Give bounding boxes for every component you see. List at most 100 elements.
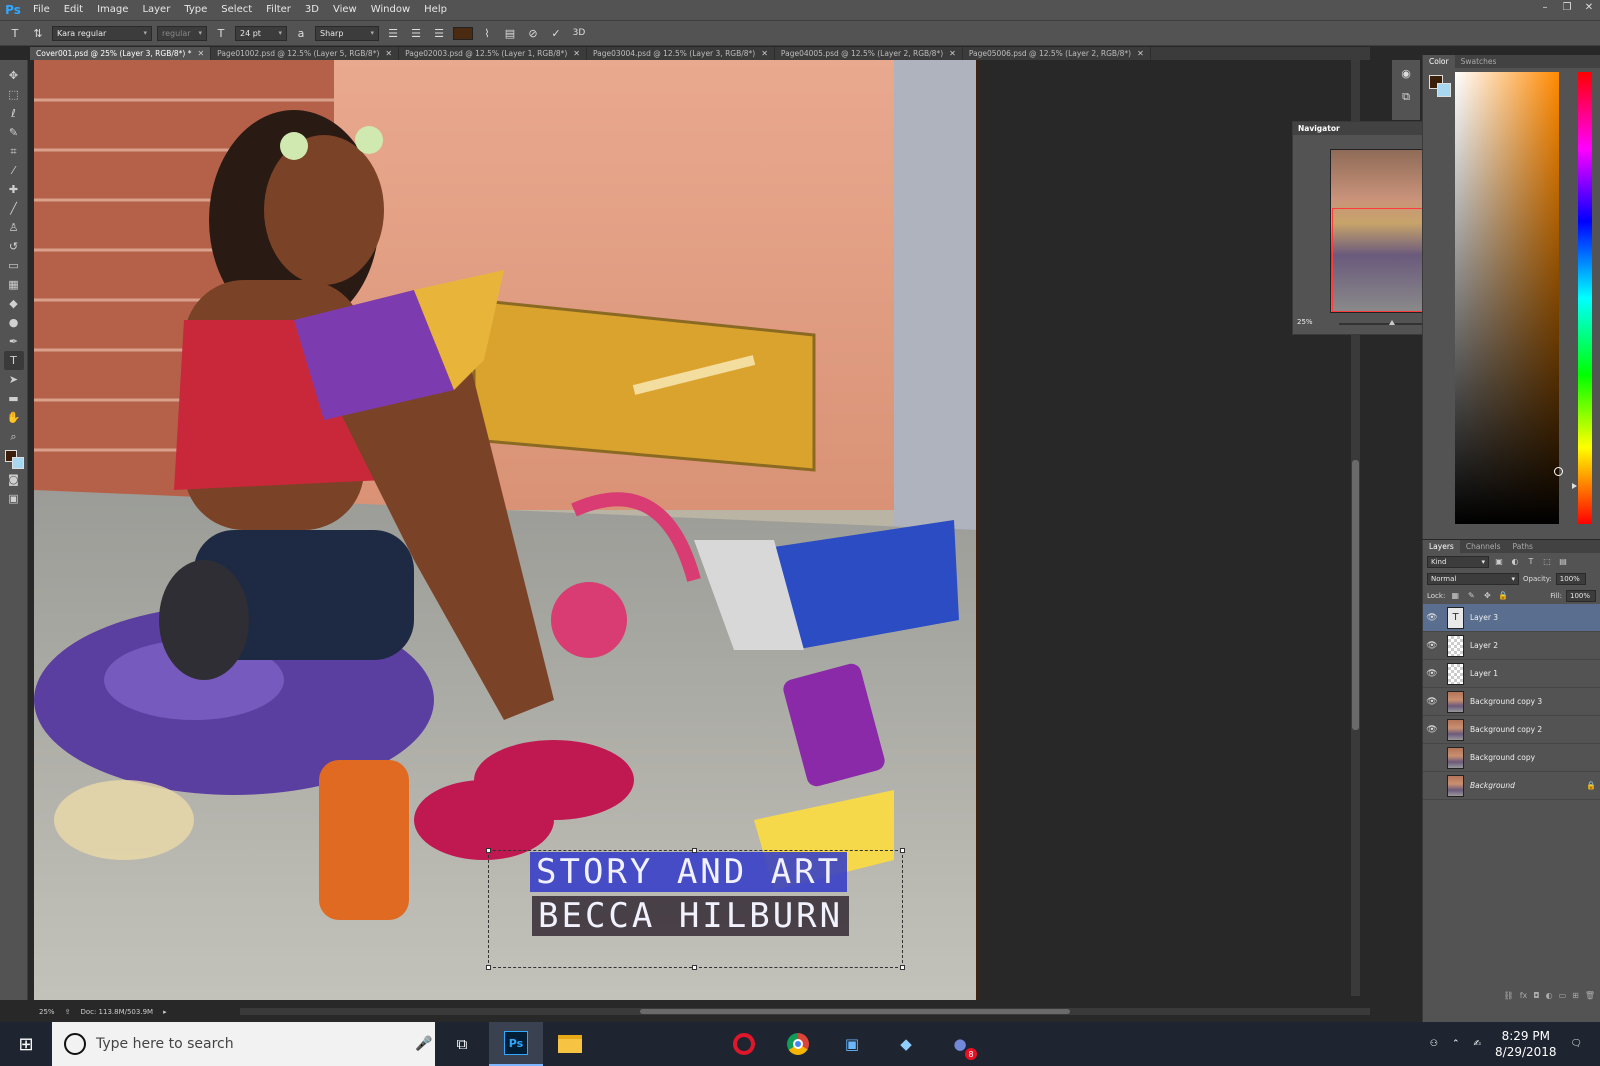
adjustment-filter-icon[interactable]: ◐	[1509, 556, 1521, 568]
tab-page04005[interactable]: Page04005.psd @ 12.5% (Layer 2, RGB/8*) ✕	[775, 47, 963, 60]
opacity-field[interactable]: 100%	[1555, 572, 1586, 585]
layer-name[interactable]: Layer 3	[1470, 613, 1600, 622]
export-icon[interactable]: ⇪	[65, 1008, 71, 1016]
close-icon[interactable]: ✕	[1137, 49, 1144, 58]
color-chips[interactable]	[3, 448, 25, 470]
background-color-swatch[interactable]	[11, 457, 24, 469]
taskbar-photoshop[interactable]: Ps	[489, 1022, 543, 1066]
blur-tool-icon[interactable]: ◆	[4, 294, 24, 313]
crop-tool-icon[interactable]: ⌗	[4, 142, 24, 161]
font-size-select[interactable]: 24 pt ▾	[235, 25, 287, 41]
taskbar-opera[interactable]	[717, 1022, 771, 1066]
eraser-tool-icon[interactable]: ▭	[4, 256, 24, 275]
chevron-up-icon[interactable]: ⌃	[1452, 1039, 1460, 1049]
type-tool-preset-icon[interactable]: T	[6, 24, 24, 42]
menu-select[interactable]: Select	[214, 0, 259, 20]
transform-handle[interactable]	[486, 965, 491, 970]
layer-style-icon[interactable]: fx	[1520, 991, 1528, 1000]
visibility-eye-icon[interactable]: 👁	[1423, 697, 1441, 707]
rectangle-tool-icon[interactable]: ▬	[4, 389, 24, 408]
menu-window[interactable]: Window	[364, 0, 417, 20]
taskbar-file-explorer[interactable]	[543, 1022, 597, 1066]
history-panel-icon[interactable]: ⧉	[1397, 88, 1415, 106]
fill-field[interactable]: 100%	[1566, 589, 1596, 602]
antialias-select[interactable]: Sharp ▾	[315, 25, 379, 41]
people-icon[interactable]: ⚇	[1430, 1039, 1438, 1049]
transform-handle[interactable]	[900, 965, 905, 970]
background-color-swatch[interactable]	[1437, 83, 1451, 97]
taskbar-chrome[interactable]	[771, 1022, 825, 1066]
path-selection-tool-icon[interactable]: ➤	[4, 370, 24, 389]
font-style-select[interactable]: regular ▾	[157, 25, 207, 41]
type-tool-icon[interactable]: T	[3, 351, 24, 370]
pixel-filter-icon[interactable]: ▣	[1493, 556, 1505, 568]
layer-row[interactable]: 👁 T Layer 3	[1423, 604, 1600, 632]
menu-file[interactable]: File	[26, 0, 57, 20]
tab-page05006[interactable]: Page05006.psd @ 12.5% (Layer 2, RGB/8*) ✕	[963, 47, 1151, 60]
text-orientation-icon[interactable]: ⇅	[29, 24, 47, 42]
horizontal-scrollbar[interactable]	[240, 1008, 1370, 1015]
menu-view[interactable]: View	[326, 0, 364, 20]
layer-row[interactable]: 👁 Background copy 2	[1423, 716, 1600, 744]
taskbar-search-box[interactable]: Type here to search 🎤	[52, 1022, 435, 1066]
layer-name[interactable]: Background copy	[1470, 753, 1600, 762]
quick-select-tool-icon[interactable]: ✎	[4, 123, 24, 142]
close-icon[interactable]: ✕	[761, 49, 768, 58]
hand-tool-icon[interactable]: ✋	[4, 408, 24, 427]
menu-image[interactable]: Image	[90, 0, 135, 20]
canvas-area[interactable]: STORY AND ART BECCA HILBURN	[29, 60, 1389, 1000]
3d-button[interactable]: 3D	[570, 24, 588, 42]
eyedropper-tool-icon[interactable]: ⁄	[4, 161, 24, 180]
clone-stamp-tool-icon[interactable]: ♙	[4, 218, 24, 237]
layer-row[interactable]: Background copy	[1423, 744, 1600, 772]
brush-tool-icon[interactable]: ╱	[4, 199, 24, 218]
commit-edit-icon[interactable]: ✓	[547, 24, 565, 42]
tab-layers[interactable]: Layers	[1423, 540, 1460, 553]
text-color-swatch[interactable]	[453, 26, 473, 40]
align-center-icon[interactable]: ☰	[407, 24, 425, 42]
font-family-select[interactable]: Kara regular ▾	[52, 25, 152, 41]
menu-3d[interactable]: 3D	[298, 0, 326, 20]
tab-page02003[interactable]: Page02003.psd @ 12.5% (Layer 1, RGB/8*) ✕	[399, 47, 587, 60]
visibility-eye-icon[interactable]: 👁	[1423, 725, 1441, 735]
character-panel-icon[interactable]: ▤	[501, 24, 519, 42]
taskbar-app-window[interactable]: ▣	[825, 1022, 879, 1066]
layer-row[interactable]: 👁 Layer 1	[1423, 660, 1600, 688]
menu-layer[interactable]: Layer	[135, 0, 177, 20]
tab-paths[interactable]: Paths	[1507, 540, 1539, 553]
clock[interactable]: 8:29 PM 8/29/2018	[1495, 1028, 1557, 1060]
pen-workspace-icon[interactable]: ✍	[1473, 1039, 1481, 1049]
dodge-tool-icon[interactable]: ●	[4, 313, 24, 332]
hue-slider-arrow-icon[interactable]	[1572, 483, 1577, 489]
taskbar-app-pen[interactable]: ◆	[879, 1022, 933, 1066]
new-layer-icon[interactable]: ⊞	[1572, 991, 1579, 1000]
menu-type[interactable]: Type	[177, 0, 214, 20]
add-mask-icon[interactable]: ◘	[1533, 991, 1539, 1000]
color-picker-field[interactable]	[1455, 72, 1563, 524]
blend-mode-select[interactable]: Normal ▾	[1427, 572, 1519, 585]
notifications-icon[interactable]: 🗨	[1571, 1039, 1582, 1049]
transform-handle[interactable]	[692, 848, 697, 853]
healing-brush-tool-icon[interactable]: ✚	[4, 180, 24, 199]
move-tool-icon[interactable]: ✥	[4, 66, 24, 85]
history-brush-tool-icon[interactable]: ↺	[4, 237, 24, 256]
layer-name[interactable]: Background	[1470, 781, 1586, 790]
visibility-eye-icon[interactable]: 👁	[1423, 669, 1441, 679]
zoom-tool-icon[interactable]: ⌕	[4, 427, 24, 446]
visibility-eye-icon[interactable]: 👁	[1423, 613, 1441, 623]
search-placeholder[interactable]: Type here to search	[96, 1036, 405, 1052]
gradient-tool-icon[interactable]: ▦	[4, 275, 24, 294]
lock-position-icon[interactable]: ✥	[1481, 590, 1493, 602]
lock-all-icon[interactable]: 🔒	[1497, 590, 1509, 602]
minimize-button[interactable]: –	[1534, 0, 1556, 14]
link-layers-icon[interactable]: ⛓	[1504, 991, 1514, 1000]
lock-pixels-icon[interactable]: ✎	[1465, 590, 1477, 602]
warp-text-icon[interactable]: ⌇	[478, 24, 496, 42]
adjustment-layer-icon[interactable]: ◐	[1546, 991, 1553, 1000]
smart-object-filter-icon[interactable]: ▤	[1557, 556, 1569, 568]
close-icon[interactable]: ✕	[385, 49, 392, 58]
scrollbar-thumb[interactable]	[640, 1009, 1070, 1014]
tab-color[interactable]: Color	[1423, 55, 1455, 68]
tab-page03004[interactable]: Page03004.psd @ 12.5% (Layer 3, RGB/8*) ✕	[587, 47, 775, 60]
align-left-icon[interactable]: ☰	[384, 24, 402, 42]
